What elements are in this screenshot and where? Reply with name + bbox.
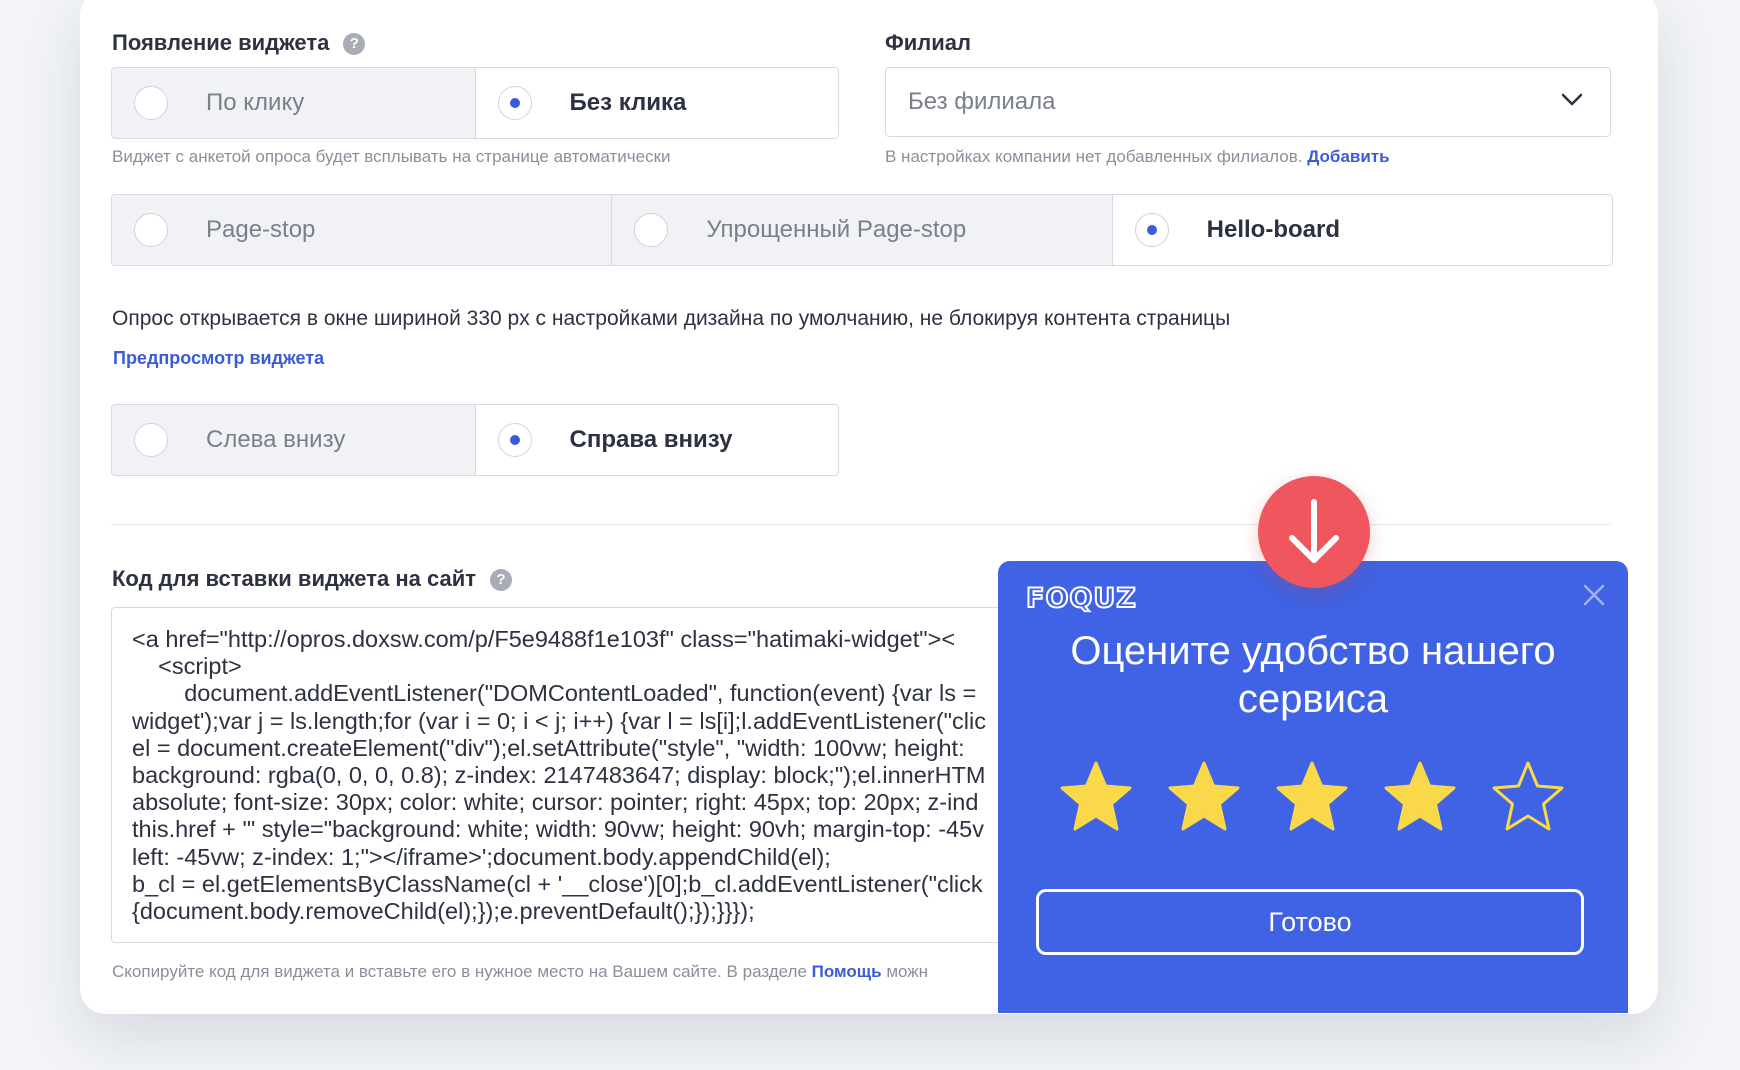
type-option-simple-page-stop[interactable]: Упрощенный Page-stop [612,195,1113,265]
option-label: По клику [206,89,305,116]
position-option-left[interactable]: Слева внизу [112,405,476,475]
appearance-label-text: Появление виджета [112,30,330,55]
option-label: Справа внизу [569,426,733,453]
code-hint-tail: можн [886,962,929,981]
arrow-down-icon [1289,499,1339,563]
widget-preview-popup: FOQUZ Оцените удобство нашего сервиса Го… [998,561,1628,1013]
radio-button[interactable] [497,423,532,457]
done-button[interactable]: Готово [1036,889,1584,955]
star-icon[interactable] [1274,759,1350,835]
type-option-page-stop[interactable]: Page-stop [112,195,613,265]
branch-hint: В настройках компании нет добавленных фи… [885,147,1390,167]
star-icon[interactable] [1058,759,1134,835]
branch-label: Филиал [885,30,972,55]
code-label-text: Код для вставки виджета на сайт [112,566,476,591]
option-label: Упрощенный Page-stop [706,216,967,243]
section-divider [111,524,1611,525]
code-label: Код для вставки виджета на сайт? [112,566,512,592]
star-icon[interactable] [1166,759,1242,835]
radio-button[interactable] [134,213,168,247]
branch-hint-text: В настройках компании нет добавленных фи… [885,147,1303,166]
appearance-option-click[interactable]: По клику [112,68,476,138]
close-icon[interactable] [1582,583,1606,607]
appearance-label: Появление виджета? [112,30,366,56]
position-option-right[interactable]: Справа внизу [475,405,838,475]
position-toggle: Слева внизу Справа внизу [111,404,839,476]
appearance-toggle: По клику Без клика [111,67,839,139]
radio-button[interactable] [134,86,168,120]
radio-button[interactable] [134,423,168,457]
radio-button[interactable] [497,86,532,120]
appearance-option-auto[interactable]: Без клика [475,68,838,138]
option-label: Hello-board [1206,216,1340,243]
option-label: Page-stop [206,216,316,243]
type-option-hello-board[interactable]: Hello-board [1112,195,1612,265]
radio-button[interactable] [1134,213,1169,247]
help-icon[interactable]: ? [490,569,512,592]
code-hint-text: Скопируйте код для виджета и вставьте ег… [112,962,807,981]
option-label: Слева внизу [206,426,346,453]
star-icon[interactable] [1382,759,1458,835]
arrow-down-badge [1258,476,1370,588]
preview-widget-link[interactable]: Предпросмотр виджета [113,348,324,369]
add-branch-link[interactable]: Добавить [1307,147,1389,166]
widget-type-description: Опрос открывается в окне шириной 330 px … [112,307,1231,330]
chevron-down-icon [1561,93,1583,106]
appearance-hint: Виджет с анкетой опроса будет всплывать … [112,147,671,166]
radio-button[interactable] [634,213,669,247]
star-rating [1058,759,1566,835]
help-icon[interactable]: ? [343,33,366,56]
branch-select[interactable]: Без филиала [885,67,1611,137]
branch-select-value: Без филиала [908,88,1056,115]
popup-title: Оцените удобство нашего сервиса [1070,629,1556,721]
code-hint: Скопируйте код для виджета и вставьте ег… [112,962,928,982]
foquz-logo: FOQUZ [1025,582,1137,615]
star-icon[interactable] [1490,759,1566,835]
widget-type-toggle: Page-stop Упрощенный Page-stop Hello-boa… [111,194,1613,266]
option-label: Без клика [569,89,687,116]
help-link[interactable]: Помощь [812,962,882,981]
